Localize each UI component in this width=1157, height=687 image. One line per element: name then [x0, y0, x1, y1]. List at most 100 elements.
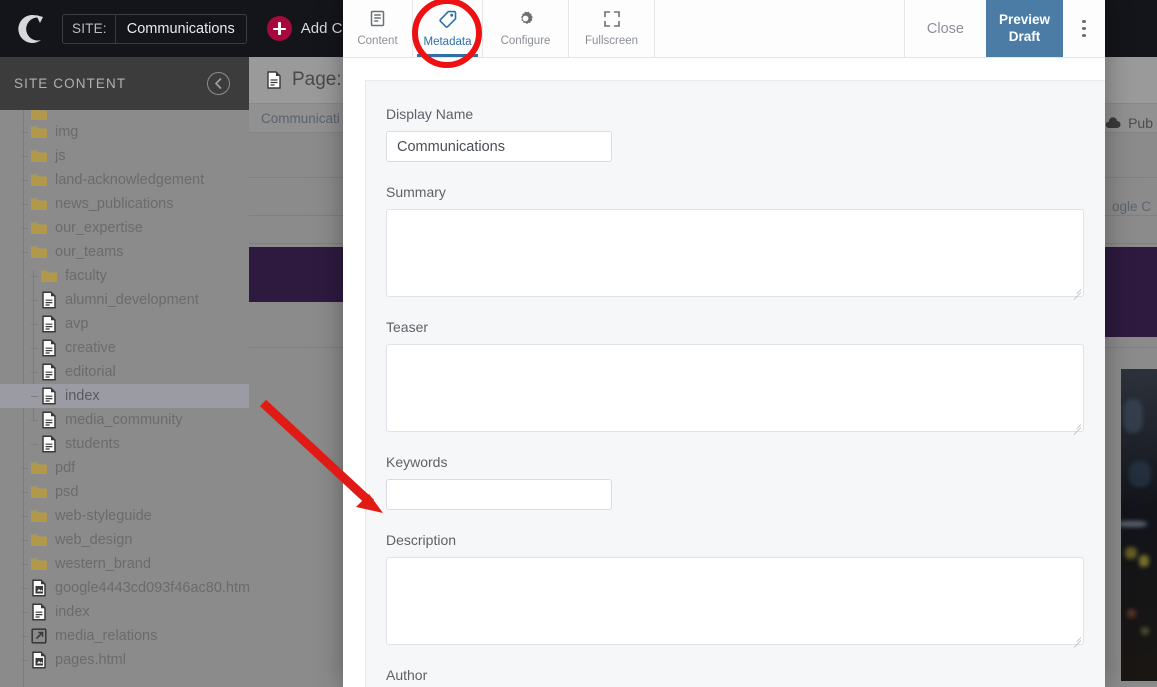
field-author: Author: [386, 667, 1080, 687]
tab-fullscreen[interactable]: Fullscreen: [569, 0, 655, 57]
folder-icon: [30, 123, 48, 141]
tree-item-label: js: [55, 148, 66, 164]
tree-item-media-relations[interactable]: media_relations: [0, 624, 249, 648]
display_name-input[interactable]: [386, 131, 612, 162]
background-google-text: ogle C: [1111, 199, 1151, 214]
tree-item-index[interactable]: index: [0, 384, 249, 408]
field-label-keywords: Keywords: [386, 454, 448, 470]
summary-textarea-wrap: [386, 209, 1084, 300]
tree-item-alumni-development[interactable]: alumni_development: [0, 288, 249, 312]
tree-item-label: faculty: [65, 268, 107, 284]
cascade-logo-icon[interactable]: [10, 8, 52, 50]
tab-label: Fullscreen: [584, 34, 639, 47]
metadata-form: Display Name Summary Teaser Keywords Descrip…: [365, 80, 1105, 687]
publish-action[interactable]: Pub: [1105, 115, 1153, 131]
tree-item-index[interactable]: index: [0, 600, 249, 624]
site-label: SITE:: [72, 21, 107, 36]
tree-item-pdf[interactable]: pdf: [0, 456, 249, 480]
tree-item-avp[interactable]: avp: [0, 312, 249, 336]
tree-item-psd[interactable]: psd: [0, 480, 249, 504]
tree-item-label: pdf: [55, 460, 76, 476]
preview-draft-button[interactable]: Preview Draft: [986, 0, 1063, 57]
teaser-textarea[interactable]: [386, 344, 1084, 432]
field-label-teaser: Teaser: [386, 319, 429, 335]
tree-item-faculty[interactable]: faculty: [0, 264, 249, 288]
tree-item-western-brand[interactable]: western_brand: [0, 552, 249, 576]
folder-icon: [30, 531, 48, 549]
tree-item-students[interactable]: students: [0, 432, 249, 456]
modal-toolbar: Content Metadata Configure Fullscreen Close P…: [343, 0, 1105, 58]
tree-connector: [21, 204, 28, 205]
tree-item-pages-html[interactable]: pages.html: [0, 648, 249, 672]
tree-item-google4443cd093f46ac80-html[interactable]: google4443cd093f46ac80.html: [0, 576, 249, 600]
tab-configure[interactable]: Configure: [483, 0, 569, 57]
preview-line-1: Preview: [998, 11, 1051, 27]
chevron-left-icon[interactable]: [207, 72, 230, 95]
sidebar-title: SITE CONTENT: [14, 76, 127, 91]
tree-item-label: editorial: [65, 364, 116, 380]
tree-item-our-teams[interactable]: our_teams: [0, 240, 249, 264]
tree-item-web-styleguide[interactable]: web-styleguide: [0, 504, 249, 528]
content-tree[interactable]: img js land-acknowledgement news_publicatio…: [0, 110, 249, 687]
folder-icon: [30, 171, 48, 189]
tree-item-partial[interactable]: [0, 110, 249, 120]
file-icon: [30, 651, 48, 669]
publish-label: Pub: [1128, 115, 1153, 131]
tree-item-our-expertise[interactable]: our_expertise: [0, 216, 249, 240]
more-vertical-icon[interactable]: [1063, 0, 1105, 57]
preview-line-2: Draft: [1008, 28, 1041, 44]
breadcrumb-item: Communicati: [261, 110, 340, 126]
keywords-input[interactable]: [386, 479, 612, 510]
tree-item-img[interactable]: img: [0, 120, 249, 144]
page-icon: [40, 315, 58, 333]
sidebar-header: SITE CONTENT: [0, 57, 249, 110]
folder-icon: [30, 555, 48, 573]
field-label-display_name: Display Name: [386, 106, 474, 122]
tree-item-label: land-acknowledgement: [55, 172, 205, 188]
description-textarea-wrap: [386, 557, 1084, 648]
tree-connector: [31, 444, 38, 445]
folder-icon: [40, 267, 58, 285]
tree-item-editorial[interactable]: editorial: [0, 360, 249, 384]
tree-item-news-publications[interactable]: news_publications: [0, 192, 249, 216]
tree-connector: [31, 396, 38, 397]
close-button[interactable]: Close: [904, 0, 986, 57]
tree-item-label: psd: [55, 484, 79, 500]
tree-item-land-acknowledgement[interactable]: land-acknowledgement: [0, 168, 249, 192]
tree-item-label: img: [55, 124, 79, 140]
description-textarea[interactable]: [386, 557, 1084, 645]
teaser-textarea-wrap: [386, 344, 1084, 435]
summary-textarea[interactable]: [386, 209, 1084, 297]
tree-connector: [21, 180, 28, 181]
tree-item-label: index: [55, 604, 90, 620]
tree-item-web-design[interactable]: web_design: [0, 528, 249, 552]
tree-item-label: western_brand: [55, 556, 151, 572]
screen: SITE: Communications Add Content Site SI…: [0, 0, 1157, 687]
tree-item-js[interactable]: js: [0, 144, 249, 168]
tree-item-label: our_teams: [55, 244, 124, 260]
field-label-description: Description: [386, 532, 457, 548]
tree-item-media-community[interactable]: media_community: [0, 408, 249, 432]
page-icon: [40, 363, 58, 381]
tree-item-creative[interactable]: creative: [0, 336, 249, 360]
tree-item-label: google4443cd093f46ac80.html: [55, 580, 249, 596]
page-icon: [40, 291, 58, 309]
folder-icon: [30, 243, 48, 261]
tree-item-label: avp: [65, 316, 89, 332]
field-display_name: Display Name: [386, 106, 1080, 162]
external-icon: [30, 627, 48, 645]
tag-icon: [438, 10, 457, 33]
folder-icon: [30, 147, 48, 165]
tree-item-label: news_publications: [55, 196, 174, 212]
site-chip[interactable]: SITE: Communications: [62, 13, 247, 44]
gear-icon: [517, 10, 534, 32]
tab-metadata[interactable]: Metadata: [413, 0, 483, 57]
tree-connector: [21, 588, 28, 589]
folder-icon: [30, 195, 48, 213]
site-content-sidebar: SITE CONTENT img js land-acknowledgement ne…: [0, 57, 249, 687]
tree-connector: [31, 372, 38, 373]
tab-content[interactable]: Content: [343, 0, 413, 57]
field-summary: Summary: [386, 184, 1084, 300]
folder-icon: [30, 110, 48, 120]
page-icon: [40, 411, 58, 429]
